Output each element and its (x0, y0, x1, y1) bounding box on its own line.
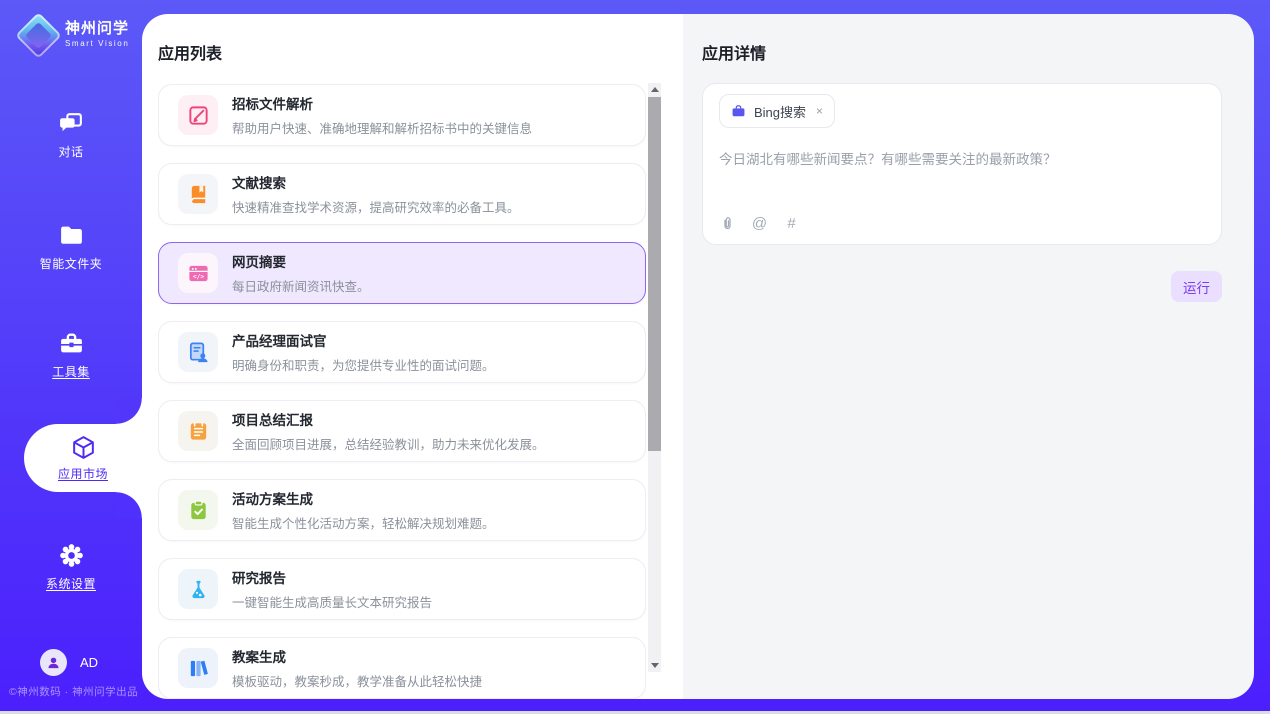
sidebar-item-settings[interactable]: 系统设置 (0, 542, 142, 592)
sidebar-item-label: 系统设置 (46, 575, 96, 592)
tool-chip-label: Bing搜索 (754, 102, 806, 121)
run-button[interactable]: 运行 (1171, 271, 1222, 302)
app-card-texts: 网页摘要每日政府新闻资讯快查。 (232, 251, 370, 295)
scroll-up-icon (651, 87, 659, 92)
cube-icon (70, 434, 97, 461)
brand-logo: 神州问学 Smart Vision (20, 15, 129, 52)
app-list-title: 应用列表 (158, 40, 222, 64)
app-card-title: 活动方案生成 (232, 488, 495, 508)
app-card-description: 模板驱动，教案秒成，教学准备从此轻松快捷 (232, 671, 482, 690)
sidebar-item-chat[interactable]: 对话 (0, 110, 142, 160)
sidebar-item-label: 工具集 (52, 363, 90, 380)
scrollbar[interactable] (648, 83, 661, 672)
app-card-description: 帮助用户快速、准确地理解和解析招标书中的关键信息 (232, 118, 532, 137)
app-card-event-plan[interactable]: 活动方案生成智能生成个性化活动方案，轻松解决规划难题。 (158, 479, 646, 541)
gear-icon (58, 542, 85, 569)
sidebar-item-toolset[interactable]: 工具集 (0, 330, 142, 380)
app-card-texts: 招标文件解析帮助用户快速、准确地理解和解析招标书中的关键信息 (232, 93, 532, 137)
scrollbar-thumb[interactable] (648, 97, 661, 451)
prompt-toolbar: @ # (719, 215, 800, 232)
app-card-research-report[interactable]: 研究报告一键智能生成高质量长文本研究报告 (158, 558, 646, 620)
app-card-description: 智能生成个性化活动方案，轻松解决规划难题。 (232, 513, 495, 532)
prompt-card[interactable]: Bing搜索 × 今日湖北有哪些新闻要点？有哪些需要关注的最新政策？ @ # (702, 83, 1222, 245)
interviewer-doc-icon (178, 332, 218, 372)
prompt-input[interactable]: 今日湖北有哪些新闻要点？有哪些需要关注的最新政策？ (719, 148, 1205, 168)
app-card-title: 网页摘要 (232, 251, 370, 271)
chat-bubble-icon (58, 110, 85, 137)
user-account[interactable]: AD (40, 649, 98, 676)
book-icon (178, 174, 218, 214)
app-card-title: 文献搜索 (232, 172, 520, 192)
app-card-project-report[interactable]: 项目总结汇报全面回顾项目进展，总结经验教训，助力未来优化发展。 (158, 400, 646, 462)
app-card-texts: 研究报告一键智能生成高质量长文本研究报告 (232, 567, 432, 611)
app-card-tender-parse[interactable]: 招标文件解析帮助用户快速、准确地理解和解析招标书中的关键信息 (158, 84, 646, 146)
person-icon (46, 655, 61, 670)
briefcase-icon (731, 104, 746, 119)
app-card-texts: 项目总结汇报全面回顾项目进展，总结经验教训，助力未来优化发展。 (232, 409, 545, 453)
app-list-panel: 应用列表 招标文件解析帮助用户快速、准确地理解和解析招标书中的关键信息文献搜索快… (142, 14, 683, 699)
svg-text:</>: </> (192, 273, 203, 280)
app-card-texts: 文献搜索快速精准查找学术资源，提高研究效率的必备工具。 (232, 172, 520, 216)
app-card-description: 每日政府新闻资讯快查。 (232, 276, 370, 295)
app-card-title: 教案生成 (232, 646, 482, 666)
scroll-down-icon (651, 663, 659, 668)
app-card-texts: 产品经理面试官明确身份和职责，为您提供专业性的面试问题。 (232, 330, 495, 374)
brand-text: 神州问学 Smart Vision (65, 20, 129, 48)
user-initials: AD (80, 655, 98, 670)
summary-note-icon (178, 411, 218, 451)
brand-name: 神州问学 (65, 20, 129, 38)
app-card-title: 研究报告 (232, 567, 432, 587)
webpage-code-icon: </> (178, 253, 218, 293)
app-card-texts: 教案生成模板驱动，教案秒成，教学准备从此轻松快捷 (232, 646, 482, 690)
app-card-title: 招标文件解析 (232, 93, 532, 113)
brand-subtitle: Smart Vision (65, 39, 129, 48)
app-card-description: 全面回顾项目进展，总结经验教训，助力未来优化发展。 (232, 434, 545, 453)
clipboard-check-icon (178, 490, 218, 530)
scroll-up-button[interactable] (648, 83, 661, 96)
avatar (40, 649, 67, 676)
app-card-title: 项目总结汇报 (232, 409, 545, 429)
app-card-pm-interviewer[interactable]: 产品经理面试官明确身份和职责，为您提供专业性的面试问题。 (158, 321, 646, 383)
app-detail-panel: 应用详情 Bing搜索 × 今日湖北有哪些新闻要点？有哪些需要关注的最新政策？ … (683, 14, 1254, 699)
document-pen-icon (178, 95, 218, 135)
app-card-lesson-plan[interactable]: 教案生成模板驱动，教案秒成，教学准备从此轻松快捷 (158, 637, 646, 699)
books-icon (178, 648, 218, 688)
folder-icon (58, 222, 85, 249)
brand-diamond-icon (15, 12, 62, 59)
tool-chip-bing-search[interactable]: Bing搜索 × (719, 94, 835, 128)
sidebar-item-app-market[interactable]: 应用市场 (24, 424, 142, 492)
sidebar-item-smart-folder[interactable]: 智能文件夹 (0, 222, 142, 272)
copyright-footer: ©神州数码 · 神州问学出品 (9, 684, 138, 699)
app-list: 招标文件解析帮助用户快速、准确地理解和解析招标书中的关键信息文献搜索快速精准查找… (158, 70, 646, 699)
app-card-title: 产品经理面试官 (232, 330, 495, 350)
at-sign-icon[interactable]: @ (751, 215, 768, 232)
chip-close-icon[interactable]: × (814, 104, 823, 118)
app-card-texts: 活动方案生成智能生成个性化活动方案，轻松解决规划难题。 (232, 488, 495, 532)
toolbox-icon (58, 330, 85, 357)
app-card-literature[interactable]: 文献搜索快速精准查找学术资源，提高研究效率的必备工具。 (158, 163, 646, 225)
hash-icon[interactable]: # (783, 215, 800, 232)
sidebar-item-label: 智能文件夹 (40, 255, 103, 272)
paperclip-icon[interactable] (719, 215, 736, 232)
content-area: 应用列表 招标文件解析帮助用户快速、准确地理解和解析招标书中的关键信息文献搜索快… (142, 14, 1254, 699)
sidebar-item-label: 应用市场 (58, 465, 108, 482)
scroll-down-button[interactable] (648, 659, 661, 672)
sidebar-item-label: 对话 (58, 143, 83, 160)
app-card-web-summary[interactable]: </> 网页摘要每日政府新闻资讯快查。 (158, 242, 646, 304)
research-flask-icon (178, 569, 218, 609)
sidebar: 神州问学 Smart Vision 对话智能文件夹工具集应用市场系统设置 AD … (0, 0, 142, 714)
app-card-description: 明确身份和职责，为您提供专业性的面试问题。 (232, 355, 495, 374)
app-card-description: 快速精准查找学术资源，提高研究效率的必备工具。 (232, 197, 520, 216)
app-detail-title: 应用详情 (702, 40, 766, 64)
app-card-description: 一键智能生成高质量长文本研究报告 (232, 592, 432, 611)
